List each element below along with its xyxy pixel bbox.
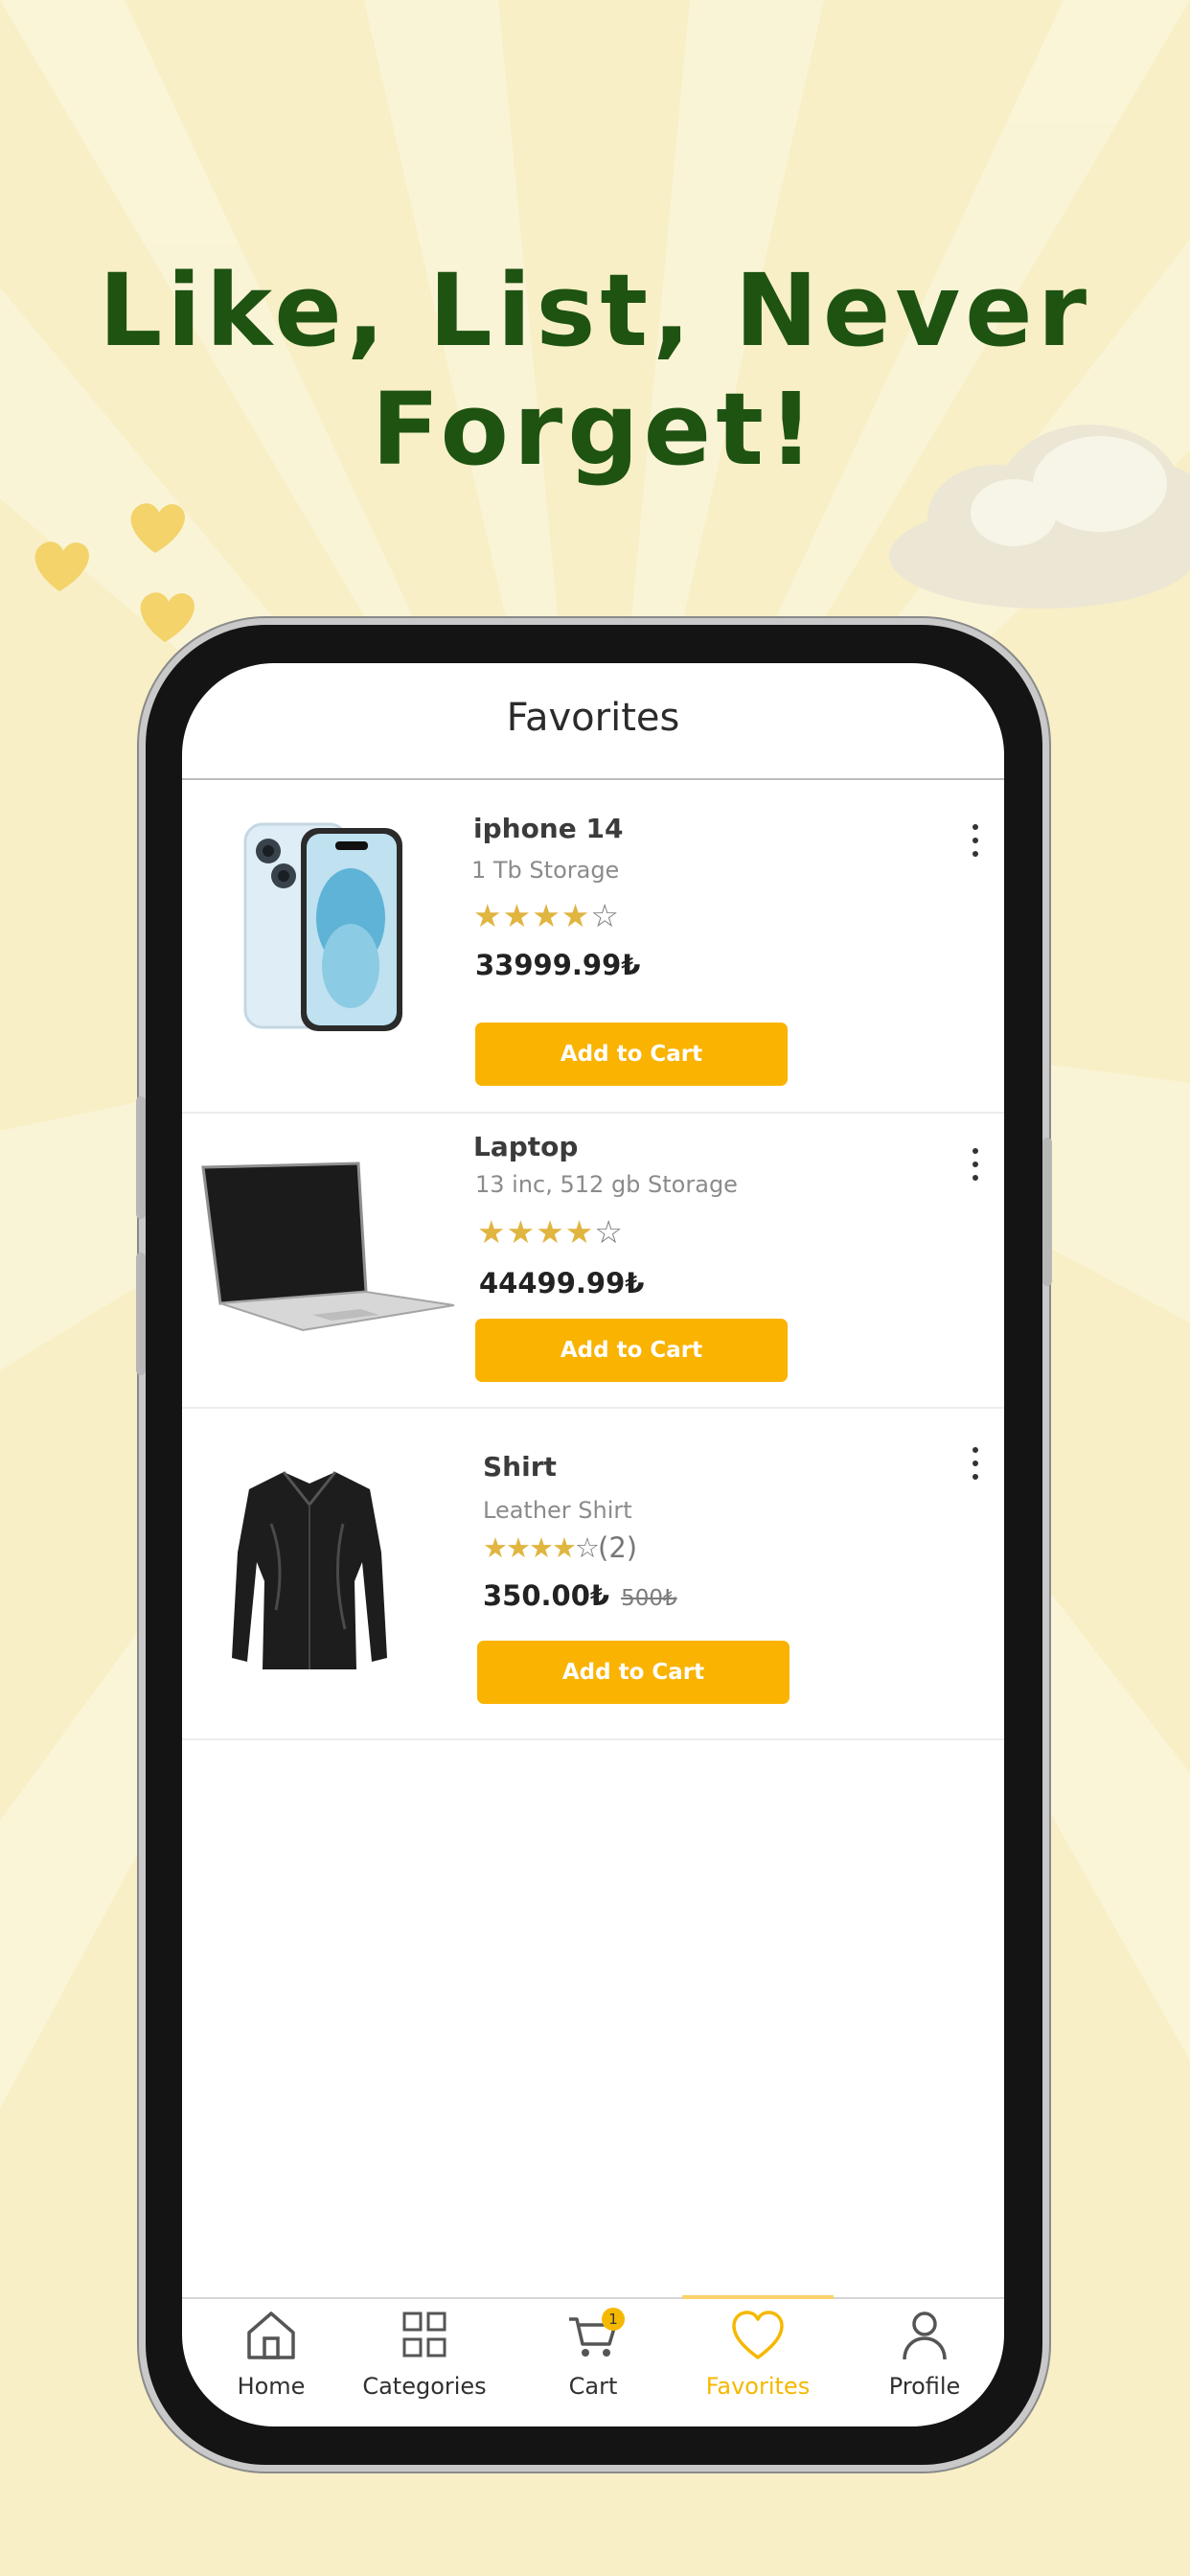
heart-icon xyxy=(732,2311,784,2359)
nav-label: Home xyxy=(237,2373,306,2400)
add-to-cart-button[interactable]: Add to Cart xyxy=(475,1023,788,1086)
more-options-icon[interactable] xyxy=(964,824,987,857)
phone-power-button xyxy=(1042,1138,1052,1286)
product-name[interactable]: iphone 14 xyxy=(473,813,623,844)
product-price: 350.00₺ 500₺ xyxy=(483,1579,677,1612)
product-price: 44499.99₺ xyxy=(479,1267,645,1300)
phone-side-button xyxy=(136,1096,146,1219)
promo-headline-line1: Like, List, Never xyxy=(99,252,1091,369)
product-name[interactable]: Laptop xyxy=(473,1131,578,1162)
nav-label: Categories xyxy=(362,2373,487,2400)
cart-badge: 1 xyxy=(602,2308,625,2331)
old-price: 500₺ xyxy=(621,1586,677,1611)
add-to-cart-button[interactable]: Add to Cart xyxy=(475,1319,788,1382)
rating-stars-value: ★★★★☆ xyxy=(477,1213,624,1251)
rating-count: (2) xyxy=(598,1531,638,1564)
phone-frame: Favorites iphone 14 1 Tb Storage ★★★★☆ 3… xyxy=(136,625,1052,2465)
nav-home[interactable]: Home xyxy=(199,2308,343,2415)
favorite-item[interactable]: iphone 14 1 Tb Storage ★★★★☆ 33999.99₺ A… xyxy=(182,780,1004,1114)
grid-icon xyxy=(402,2312,446,2358)
laptop-image xyxy=(201,1162,455,1332)
page-title: Favorites xyxy=(506,696,680,740)
nav-label: Favorites xyxy=(705,2373,811,2400)
home-icon xyxy=(247,2312,295,2359)
product-subtitle: 13 inc, 512 gb Storage xyxy=(475,1171,738,1198)
nav-favorites[interactable]: Favorites xyxy=(686,2308,830,2415)
shirt-image xyxy=(232,1471,387,1669)
nav-categories[interactable]: Categories xyxy=(353,2308,496,2415)
rating-stars: ★★★★☆(2) xyxy=(483,1531,637,1564)
user-icon xyxy=(903,2312,947,2360)
iphone-image xyxy=(243,822,402,1031)
product-subtitle: Leather Shirt xyxy=(483,1497,632,1524)
rating-stars: ★★★★☆ xyxy=(477,1213,624,1251)
phone-side-button xyxy=(136,1253,146,1375)
rating-stars-value: ★★★★☆ xyxy=(473,897,620,934)
app-screen: Favorites iphone 14 1 Tb Storage ★★★★☆ 3… xyxy=(182,663,1004,2426)
bottom-nav-divider xyxy=(182,2297,1004,2299)
cloud-decoration-icon xyxy=(889,425,1190,609)
favorite-item[interactable]: Laptop 13 inc, 512 gb Storage ★★★★☆ 4449… xyxy=(182,1114,1004,1409)
more-options-icon[interactable] xyxy=(964,1148,987,1181)
rating-stars: ★★★★☆ xyxy=(473,897,620,934)
hearts-decoration-icon xyxy=(34,503,195,642)
current-price: 350.00₺ xyxy=(483,1579,610,1612)
product-price: 33999.99₺ xyxy=(475,949,641,981)
nav-label: Profile xyxy=(888,2373,961,2400)
favorite-item[interactable]: Shirt Leather Shirt ★★★★☆(2) 350.00₺ 500₺… xyxy=(182,1409,1004,1740)
more-options-icon[interactable] xyxy=(964,1447,987,1480)
product-subtitle: 1 Tb Storage xyxy=(471,857,620,884)
add-to-cart-button[interactable]: Add to Cart xyxy=(477,1641,790,1704)
active-tab-indicator xyxy=(682,2295,834,2299)
nav-profile[interactable]: Profile xyxy=(853,2308,996,2415)
nav-label: Cart xyxy=(568,2373,618,2400)
rating-stars-value: ★★★★☆ xyxy=(483,1531,600,1564)
nav-cart[interactable]: 1 Cart xyxy=(521,2308,665,2415)
product-name[interactable]: Shirt xyxy=(483,1451,557,1483)
